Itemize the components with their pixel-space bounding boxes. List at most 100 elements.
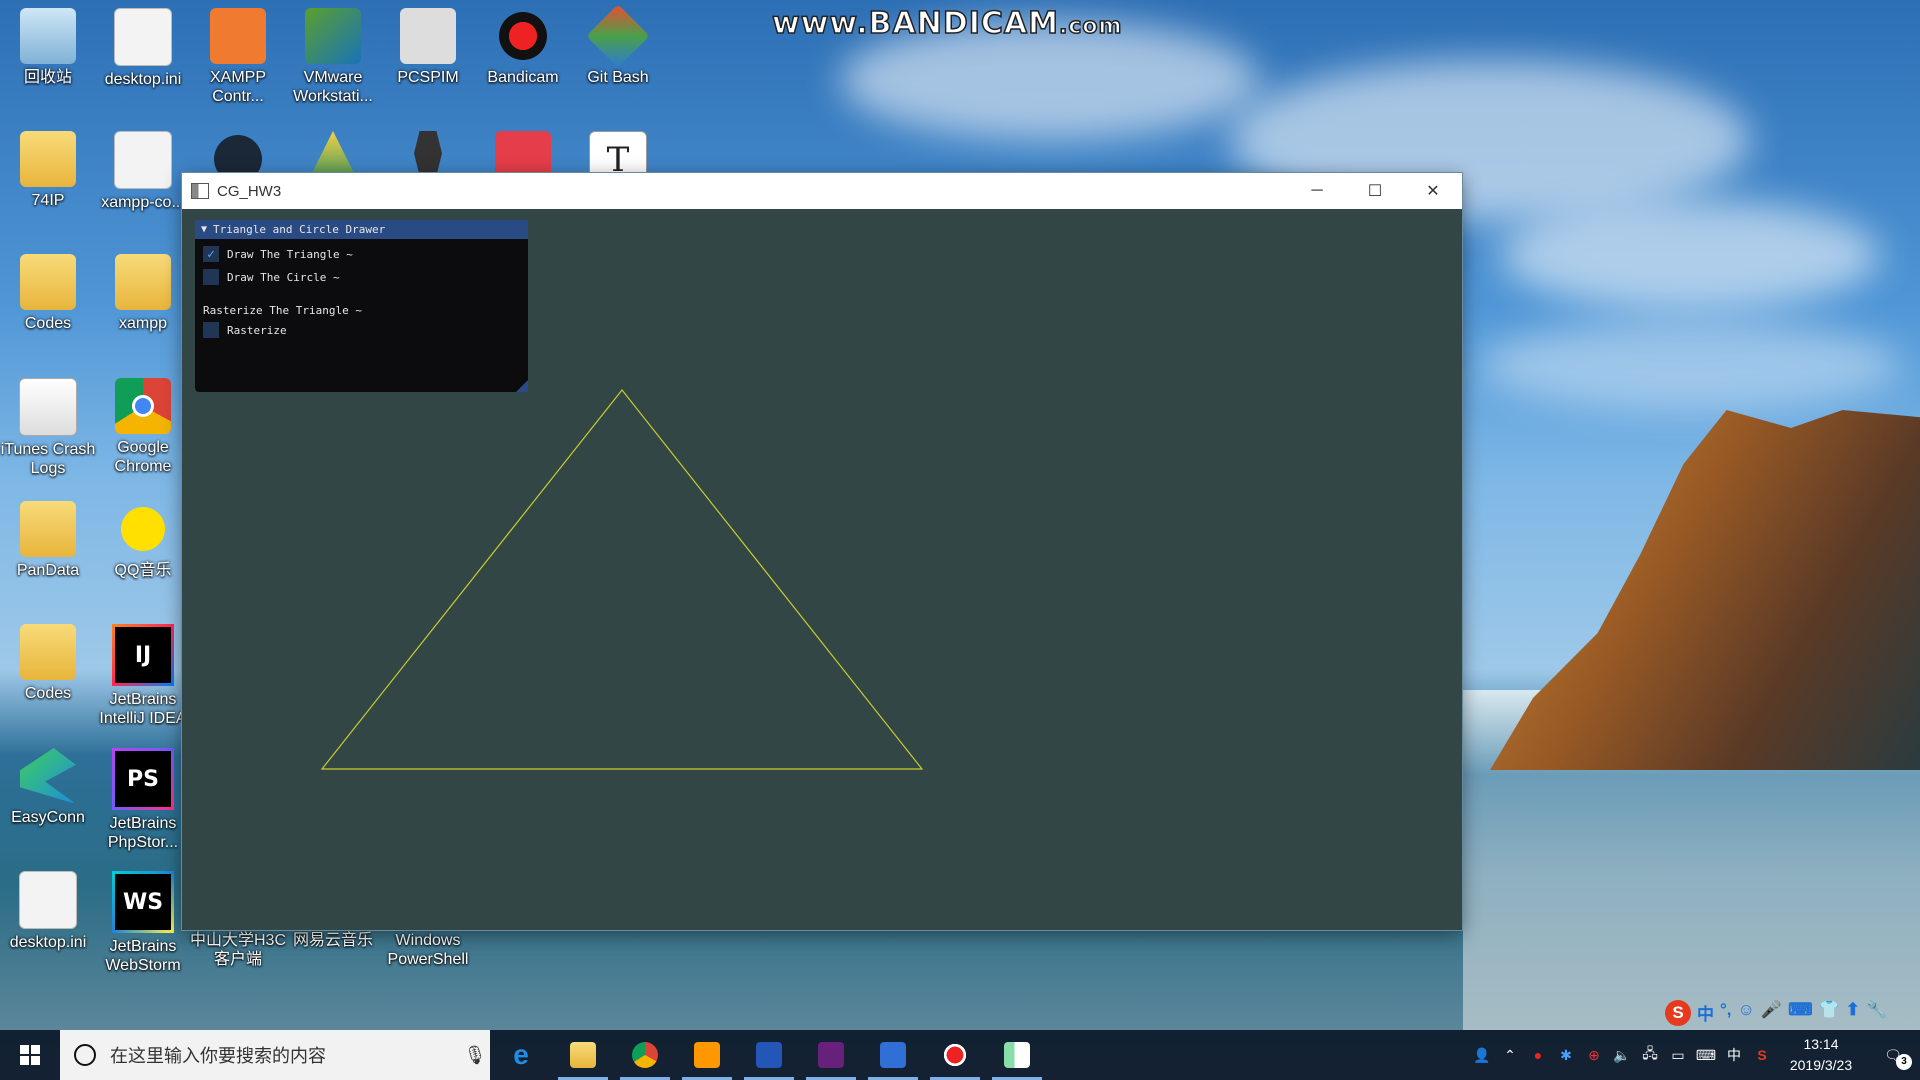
desktop-icon[interactable]: 回收站	[0, 8, 96, 87]
taskbar-app-file-explorer[interactable]	[552, 1030, 614, 1080]
desktop-icon-label: XAMPP Contr...	[209, 69, 266, 105]
ime-toolbar-item[interactable]: 👕	[1819, 1000, 1840, 1026]
imgui-header[interactable]: ▼ Triangle and Circle Drawer	[195, 220, 528, 239]
ime-toolbar-item[interactable]: °,	[1720, 1000, 1732, 1026]
desktop-icon[interactable]: EasyConn	[0, 748, 96, 827]
desktop-icon-label: Codes	[24, 315, 72, 332]
desktop-icon[interactable]: 74IP	[0, 131, 96, 210]
desktop-icon[interactable]: Git Bash	[570, 4, 666, 87]
desktop-icon[interactable]: WS JetBrains WebStorm	[95, 871, 191, 975]
desktop-icon[interactable]: desktop.ini	[0, 871, 96, 952]
desktop-icon[interactable]: Codes	[0, 624, 96, 703]
rasterize-checkbox[interactable]	[203, 322, 219, 338]
desktop-icon[interactable]: desktop.ini	[95, 8, 191, 89]
desktop-icon[interactable]: xampp-co...	[95, 131, 191, 212]
taskbar-app-edge[interactable]: e	[490, 1030, 552, 1080]
collapse-arrow-icon[interactable]: ▼	[201, 224, 207, 235]
desktop-icon-label: VMware Workstati...	[293, 69, 373, 105]
taskbar-search[interactable]: 在这里输入你要搜索的内容 🎙	[60, 1030, 490, 1080]
imgui-panel[interactable]: ▼ Triangle and Circle Drawer ✓ Draw The …	[195, 220, 528, 392]
desktop-icon[interactable]: PanData	[0, 501, 96, 580]
taskbar-app-visual-studio[interactable]	[800, 1030, 862, 1080]
triangle-outline	[320, 389, 924, 770]
taskbar-app-sublime-text[interactable]	[676, 1030, 738, 1080]
taskbar-app-chrome[interactable]	[614, 1030, 676, 1080]
bandicam-icon	[495, 8, 551, 64]
settings-file-icon	[114, 8, 172, 66]
folder-shortcut-icon	[20, 624, 76, 680]
ime-toolbar-item[interactable]: 🔧	[1866, 1000, 1887, 1026]
action-center-button[interactable]: 🗨 3	[1866, 1047, 1920, 1070]
desktop-icon[interactable]: PCSPIM	[380, 8, 476, 87]
ime-language[interactable]: 中	[1720, 1045, 1748, 1065]
window-titlebar[interactable]: CG_HW3 ─ ☐ ✕	[182, 173, 1462, 209]
minimize-button[interactable]: ─	[1288, 173, 1346, 209]
bandicam-tray-icon[interactable]: ●	[1524, 1047, 1552, 1063]
taskbar-app-cg-hw3[interactable]	[986, 1030, 1048, 1080]
ime-toolbar-item[interactable]: 中	[1697, 1000, 1714, 1026]
desktop-icon-label: 74IP	[31, 192, 65, 209]
antivirus-icon[interactable]: ⊕	[1580, 1047, 1608, 1064]
clock-date: 2019/3/23	[1789, 1057, 1853, 1073]
people-icon[interactable]: 👤	[1468, 1047, 1496, 1064]
desktop-icon[interactable]: Codes	[0, 254, 96, 333]
draw-triangle-row[interactable]: ✓ Draw The Triangle ~	[203, 246, 353, 262]
desktop-icon-label: xampp-co...	[101, 194, 185, 211]
desktop-icon[interactable]: iTunes Crash Logs	[0, 378, 96, 478]
ime-toolbar-item[interactable]: ⬆	[1846, 1000, 1860, 1026]
desktop-icon-label: EasyConn	[11, 809, 85, 826]
taskbar-app-powershell[interactable]	[738, 1030, 800, 1080]
folder-icon	[20, 131, 76, 187]
close-button[interactable]: ✕	[1404, 173, 1462, 209]
bluetooth-icon[interactable]: ✱	[1552, 1047, 1580, 1064]
itunes-logs-icon	[19, 378, 77, 436]
desktop-icon[interactable]: Bandicam	[475, 8, 571, 87]
taskbar-app-bandicam-record[interactable]	[924, 1030, 986, 1080]
desktop-icon[interactable]: QQ音乐	[95, 501, 191, 580]
start-button[interactable]	[0, 1030, 60, 1080]
render-canvas[interactable]: ▼ Triangle and Circle Drawer ✓ Draw The …	[182, 209, 1462, 930]
desktop-icon-label: PanData	[16, 562, 80, 579]
draw-circle-row[interactable]: Draw The Circle ~	[203, 269, 340, 285]
app-window[interactable]: CG_HW3 ─ ☐ ✕ ▼ Triangle and Circle Drawe…	[182, 173, 1462, 930]
microphone-icon[interactable]: 🎙	[460, 1045, 490, 1066]
desktop-icon[interactable]: XAMPP Contr...	[190, 8, 286, 106]
desktop-icon[interactable]: VMware Workstati...	[285, 8, 381, 106]
desktop-icon[interactable]: Google Chrome	[95, 378, 191, 476]
taskbar-app-wps[interactable]	[862, 1030, 924, 1080]
desktop-icon-label: Bandicam	[487, 69, 559, 86]
visual-studio-icon	[818, 1042, 844, 1068]
ime-toolbar-item[interactable]: ⌨	[1788, 1000, 1813, 1026]
folder-icon	[20, 501, 76, 557]
desktop-icon-label: PCSPIM	[397, 69, 459, 86]
draw-circle-checkbox[interactable]	[203, 269, 219, 285]
sogou-tray-icon[interactable]: S	[1748, 1047, 1776, 1063]
draw-triangle-checkbox[interactable]: ✓	[203, 246, 219, 262]
clock[interactable]: 13:14 2019/3/23	[1776, 1034, 1866, 1076]
ime-toolbar-item[interactable]: ☺	[1738, 1000, 1755, 1026]
search-input[interactable]: 在这里输入你要搜索的内容	[110, 1042, 460, 1068]
network-icon[interactable]: 🖧	[1636, 1043, 1664, 1067]
chrome-icon	[115, 378, 171, 434]
show-hidden-icons-icon[interactable]: ⌃	[1496, 1047, 1524, 1064]
desktop-icon[interactable]: PS JetBrains PhpStor...	[95, 748, 191, 852]
volume-icon[interactable]: 🔈	[1608, 1047, 1636, 1064]
desktop-icon[interactable]: IJ JetBrains IntelliJ IDEA	[95, 624, 191, 728]
desktop-icon-label: xampp	[118, 315, 168, 332]
keyboard-icon[interactable]: ⌨	[1692, 1047, 1720, 1064]
pcspim-icon	[400, 8, 456, 64]
ime-toolbar-item[interactable]: S	[1665, 1000, 1691, 1026]
ime-toolbar[interactable]: S 中 °, ☺ 🎤 ⌨ 👕 ⬆ 🔧	[1665, 1000, 1887, 1026]
rasterize-row[interactable]: Rasterize	[203, 322, 287, 338]
xampp-icon	[210, 8, 266, 64]
desktop-icon-label: Git Bash	[587, 69, 649, 86]
taskbar-apps: e	[490, 1030, 1048, 1080]
icon-glyph-text: IJ	[134, 642, 152, 668]
battery-icon[interactable]: ▭	[1664, 1047, 1692, 1064]
resize-grip[interactable]	[516, 380, 528, 392]
ime-toolbar-item[interactable]: 🎤	[1761, 1000, 1782, 1026]
desktop-icon[interactable]: xampp	[95, 254, 191, 333]
bandicam-watermark: www.BANDICAM.com	[771, 5, 1123, 42]
maximize-button[interactable]: ☐	[1346, 173, 1404, 209]
rasterize-label: Rasterize	[227, 323, 287, 337]
